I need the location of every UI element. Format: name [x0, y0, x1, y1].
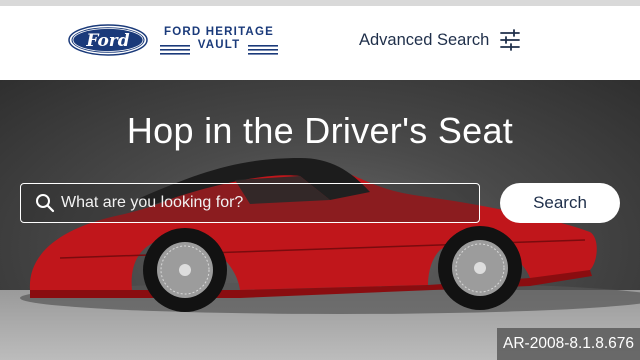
hero-title: Hop in the Driver's Seat	[126, 110, 514, 151]
home-logo-link[interactable]: Ford FORD HERITAGE VAULT	[68, 24, 278, 60]
wordmark-line1: FORD HERITAGE	[164, 26, 274, 38]
search-input[interactable]	[61, 184, 471, 221]
ford-oval-text: Ford	[85, 31, 129, 51]
advanced-search-label: Advanced Search	[359, 30, 490, 49]
site-header: Ford FORD HERITAGE VAULT Advanced Search	[0, 6, 640, 80]
vault-wordmark: FORD HERITAGE VAULT	[160, 26, 278, 55]
search-button[interactable]: Search	[500, 183, 620, 223]
search-icon	[36, 194, 55, 213]
hero-banner: Hop in the Driver's Seat Search AR-2008-…	[0, 80, 640, 360]
advanced-search-link[interactable]: Advanced Search	[359, 28, 521, 52]
search-box[interactable]	[20, 183, 480, 223]
asset-id-label: AR-2008-8.1.8.676	[497, 328, 640, 360]
ford-oval-logo: Ford	[68, 24, 148, 56]
sliders-icon	[500, 29, 521, 51]
wordmark-line2: VAULT	[197, 39, 241, 51]
